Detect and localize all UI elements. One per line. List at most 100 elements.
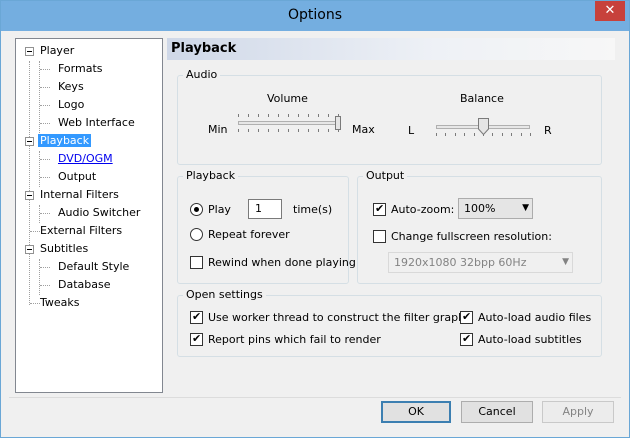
tree-item-subtitles[interactable]: Subtitles bbox=[38, 241, 90, 257]
playback-group: Playback Play 1 time(s) Repeat forever R… bbox=[177, 169, 356, 284]
autozoom-checkbox[interactable] bbox=[373, 202, 386, 216]
fullscreen-resolution-checkbox[interactable] bbox=[373, 230, 386, 243]
rewind-label: Rewind when done playing bbox=[208, 256, 356, 269]
tree-item-external-filters[interactable]: External Filters bbox=[38, 223, 124, 239]
play-radio[interactable] bbox=[190, 203, 203, 216]
slider-tick bbox=[288, 129, 289, 132]
slider-tick bbox=[464, 133, 465, 136]
tree-item-internal-filters[interactable]: Internal Filters bbox=[38, 187, 121, 203]
balance-label: Balance bbox=[460, 92, 504, 105]
autoload-subtitles-label: Auto-load subtitles bbox=[478, 333, 582, 346]
slider-tick bbox=[278, 114, 279, 117]
button-bar: OK Cancel Apply bbox=[9, 397, 621, 431]
slider-tick bbox=[502, 133, 503, 136]
volume-label: Volume bbox=[267, 92, 308, 105]
tree-line bbox=[40, 177, 50, 178]
tree-line bbox=[40, 87, 50, 88]
autozoom-label: Auto-zoom: bbox=[391, 203, 455, 216]
tree-line bbox=[39, 205, 40, 223]
slider-tick bbox=[298, 129, 299, 132]
tree-line bbox=[40, 285, 50, 286]
chevron-down-icon: ▼ bbox=[522, 203, 529, 213]
apply-button[interactable]: Apply bbox=[542, 401, 614, 423]
audio-group-title: Audio bbox=[183, 68, 221, 82]
balance-left-label: L bbox=[408, 124, 415, 137]
tree-line bbox=[40, 105, 50, 106]
tree-line bbox=[40, 123, 50, 124]
collapse-icon[interactable] bbox=[25, 137, 34, 146]
report-pins-checkbox[interactable] bbox=[190, 332, 203, 346]
slider-tick bbox=[278, 129, 279, 132]
slider-tick bbox=[455, 133, 456, 136]
options-window: Options ✕ Player Formats Keys Logo Web I… bbox=[0, 0, 630, 438]
page-title: Playback bbox=[167, 38, 615, 60]
autozoom-value: 100% bbox=[464, 202, 496, 215]
tree-item-dvd-ogm[interactable]: DVD/OGM bbox=[56, 151, 115, 167]
tree-item-playback[interactable]: Playback bbox=[38, 133, 92, 149]
tree-item-audio-switcher[interactable]: Audio Switcher bbox=[56, 205, 142, 221]
window-title: Options bbox=[287, 7, 343, 23]
collapse-icon[interactable] bbox=[25, 47, 34, 56]
slider-tick bbox=[436, 133, 437, 136]
slider-tick bbox=[318, 129, 319, 132]
slider-tick bbox=[238, 114, 239, 117]
slider-tick bbox=[521, 133, 522, 136]
slider-tick bbox=[492, 133, 493, 136]
autoload-subtitles-checkbox[interactable] bbox=[460, 332, 473, 346]
collapse-icon[interactable] bbox=[25, 191, 34, 200]
tree-line bbox=[39, 259, 40, 295]
close-icon: ✕ bbox=[604, 3, 616, 18]
volume-slider-track bbox=[238, 121, 338, 125]
tree-item-database[interactable]: Database bbox=[56, 277, 113, 293]
tree-item-output[interactable]: Output bbox=[56, 169, 98, 185]
tree-item-player[interactable]: Player bbox=[38, 43, 76, 59]
play-times-input[interactable]: 1 bbox=[248, 199, 282, 219]
cancel-button[interactable]: Cancel bbox=[461, 401, 533, 423]
resolution-value: 1920x1080 32bpp 60Hz bbox=[394, 256, 527, 269]
resolution-select[interactable]: 1920x1080 32bpp 60Hz ▼ bbox=[388, 252, 573, 273]
title-bar[interactable]: Options ✕ bbox=[1, 1, 629, 31]
tree-item-web-interface[interactable]: Web Interface bbox=[56, 115, 137, 131]
autozoom-select[interactable]: 100% ▼ bbox=[458, 198, 533, 219]
tree-item-logo[interactable]: Logo bbox=[56, 97, 86, 113]
dialog-client: Player Formats Keys Logo Web Interface P… bbox=[9, 31, 621, 431]
play-label: Play bbox=[208, 203, 231, 216]
balance-slider-thumb[interactable] bbox=[478, 118, 489, 135]
slider-tick bbox=[268, 114, 269, 117]
slider-tick bbox=[248, 114, 249, 117]
slider-tick bbox=[258, 129, 259, 132]
tree-item-default-style[interactable]: Default Style bbox=[56, 259, 131, 275]
rewind-checkbox[interactable] bbox=[190, 256, 203, 269]
open-settings-group-title: Open settings bbox=[183, 288, 266, 302]
slider-tick bbox=[268, 129, 269, 132]
volume-max-label: Max bbox=[352, 123, 375, 136]
tree-item-keys[interactable]: Keys bbox=[56, 79, 86, 95]
output-group: Output Auto-zoom: 100% ▼ Change fullscre… bbox=[357, 169, 602, 284]
output-group-title: Output bbox=[363, 169, 408, 183]
repeat-forever-radio[interactable] bbox=[190, 228, 203, 241]
slider-tick bbox=[328, 129, 329, 132]
options-tree[interactable]: Player Formats Keys Logo Web Interface P… bbox=[15, 38, 163, 393]
autoload-audio-label: Auto-load audio files bbox=[478, 311, 592, 324]
ok-button[interactable]: OK bbox=[381, 401, 451, 423]
tree-line bbox=[29, 61, 30, 305]
close-button[interactable]: ✕ bbox=[595, 1, 625, 21]
tree-line bbox=[40, 213, 50, 214]
volume-slider-thumb[interactable] bbox=[335, 116, 341, 130]
tree-item-formats[interactable]: Formats bbox=[56, 61, 105, 77]
tree-item-tweaks[interactable]: Tweaks bbox=[38, 295, 82, 311]
slider-tick bbox=[298, 114, 299, 117]
playback-panel: Playback Audio Volume Min Max Balance L … bbox=[167, 38, 615, 393]
tree-line bbox=[40, 267, 50, 268]
autoload-audio-checkbox[interactable] bbox=[460, 310, 473, 324]
balance-right-label: R bbox=[544, 124, 552, 137]
slider-tick bbox=[474, 133, 475, 136]
slider-tick bbox=[328, 114, 329, 117]
worker-thread-checkbox[interactable] bbox=[190, 310, 203, 324]
playback-group-title: Playback bbox=[183, 169, 239, 183]
repeat-forever-label: Repeat forever bbox=[208, 228, 290, 241]
collapse-icon[interactable] bbox=[25, 245, 34, 254]
slider-tick bbox=[248, 129, 249, 132]
slider-tick bbox=[308, 114, 309, 117]
volume-min-label: Min bbox=[208, 123, 228, 136]
